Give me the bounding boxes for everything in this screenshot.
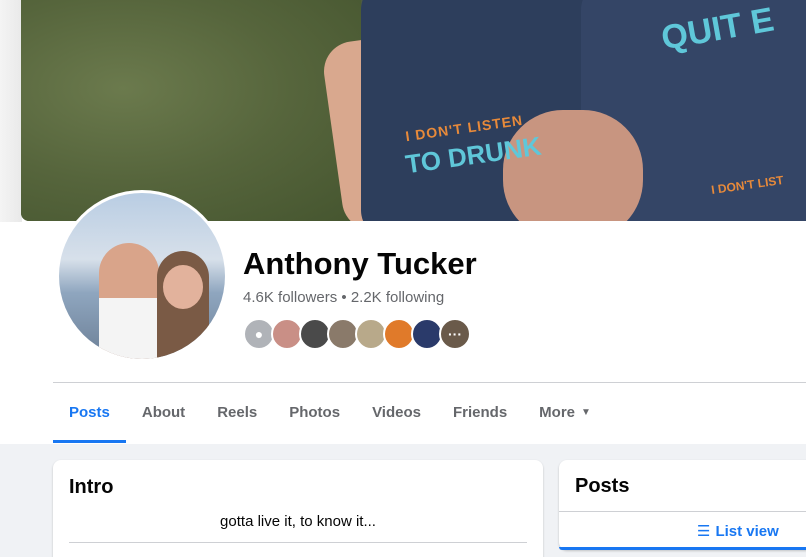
profile-name: Anthony Tucker <box>243 246 477 281</box>
tab-more-label: More <box>539 404 576 421</box>
friend-avatar-glyph <box>357 320 385 348</box>
list-view-button[interactable]: ☰ List view <box>697 522 779 540</box>
tab-reels[interactable]: Reels <box>201 388 273 438</box>
friend-avatar-glyph: ● <box>254 326 264 342</box>
posts-title: Posts <box>575 475 630 497</box>
cover-photo[interactable]: I DON'T LISTEN TO DRUNK QUIT E I DON'T L… <box>21 0 806 221</box>
header-divider <box>53 382 806 383</box>
left-edge <box>0 0 22 222</box>
followers-link[interactable]: 4.6K followers <box>243 289 337 306</box>
posts-card: Posts ☰ List view <box>559 460 806 550</box>
profile-tabs: Posts About Reels Photos Videos Friends … <box>53 388 607 444</box>
tab-more[interactable]: More ▼ <box>523 388 607 438</box>
intro-bio: gotta live it, to know it... <box>220 513 376 530</box>
list-icon: ☰ <box>697 523 711 540</box>
follow-counts: 4.6K followers • 2.2K following <box>243 289 444 306</box>
list-view-active-indicator <box>559 547 806 550</box>
tab-posts[interactable]: Posts <box>53 388 126 443</box>
posts-divider <box>559 511 806 512</box>
intro-title: Intro <box>69 476 114 498</box>
avatar-person-2-face <box>163 265 203 309</box>
intro-divider <box>69 542 527 543</box>
tab-about[interactable]: About <box>126 388 201 438</box>
list-view-label: List view <box>715 523 779 540</box>
friend-avatar-glyph <box>301 320 329 348</box>
friend-avatar-glyph <box>329 320 357 348</box>
cover-grass <box>21 0 361 221</box>
tab-videos[interactable]: Videos <box>356 388 437 438</box>
caret-down-icon: ▼ <box>581 407 591 419</box>
friend-avatar-glyph <box>273 320 301 348</box>
intro-card: Intro gotta live it, to know it... <box>53 460 543 557</box>
more-friends-button[interactable]: ··· <box>439 318 471 350</box>
friend-avatars: ● ··· <box>243 318 471 350</box>
avatar-person-1-shirt <box>99 298 159 359</box>
friend-avatar-glyph <box>413 320 441 348</box>
tab-friends[interactable]: Friends <box>437 388 523 438</box>
following-link[interactable]: 2.2K following <box>351 289 444 306</box>
friend-avatar-glyph <box>385 320 413 348</box>
cover-arm-2 <box>503 110 643 221</box>
follow-separator: • <box>337 289 351 306</box>
tab-photos[interactable]: Photos <box>273 388 356 438</box>
profile-avatar[interactable] <box>59 193 225 359</box>
more-dots-icon: ··· <box>448 326 462 342</box>
